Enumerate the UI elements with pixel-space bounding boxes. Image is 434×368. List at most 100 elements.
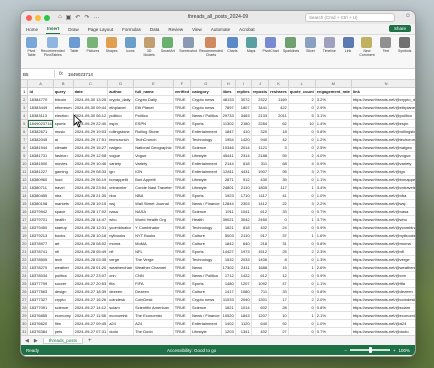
cell[interactable]: Science <box>190 207 222 216</box>
cell[interactable]: startup <box>53 223 74 232</box>
cell[interactable]: 29733 <box>221 111 236 120</box>
cell[interactable]: TRUE <box>173 199 192 208</box>
cell[interactable]: 0 <box>288 271 316 280</box>
header-cell[interactable]: reshares <box>268 87 289 96</box>
cell[interactable]: 1417 <box>221 287 236 296</box>
zoom-in-icon[interactable]: + <box>393 348 396 353</box>
cell[interactable]: https://www.threads.net/@politico <box>351 111 415 120</box>
status-accessibility[interactable]: Accessibility: Good to go <box>167 348 216 353</box>
cell[interactable]: 1621 <box>221 303 236 312</box>
cell[interactable]: 1120 <box>235 319 252 328</box>
cell[interactable]: ethplanet <box>107 103 135 112</box>
cell[interactable]: 18381944 <box>27 143 54 152</box>
charts-button[interactable]: Charts <box>225 37 240 66</box>
cell[interactable]: 2411 <box>235 263 252 272</box>
cell[interactable]: TRUE <box>173 303 192 312</box>
cell[interactable]: science <box>53 303 74 312</box>
home-icon[interactable]: ⌂ <box>58 14 62 21</box>
cell[interactable]: 2024-09-27 14:12 <box>73 303 109 312</box>
cell[interactable]: 1512 <box>251 247 270 256</box>
cell[interactable]: 2024-09-27 11:58 <box>73 311 109 320</box>
cell[interactable]: books <box>53 231 74 240</box>
cell[interactable]: https://www.threads.net/@espn <box>351 119 415 128</box>
cell[interactable]: 2024-09-29 19:03 <box>73 127 109 136</box>
row-number[interactable]: 22 <box>21 255 29 264</box>
prev-sheet-icon[interactable]: ◀ <box>25 338 29 344</box>
sparklines-button[interactable]: Sparklines <box>283 37 299 66</box>
cell[interactable]: 2033 <box>235 255 252 264</box>
cell[interactable]: CoinDesk <box>133 295 174 304</box>
header-cell[interactable]: category <box>190 87 222 96</box>
cell[interactable]: 1843 <box>235 311 252 320</box>
cell[interactable]: https://www.threads.net/@sciam <box>351 303 415 312</box>
cell[interactable]: World Health Org <box>133 215 174 224</box>
maps-button[interactable]: Maps <box>244 37 259 66</box>
cell[interactable]: 1688 <box>251 263 270 272</box>
cell[interactable]: a24 <box>107 319 135 328</box>
cell[interactable]: Science <box>190 303 222 312</box>
cell[interactable]: TRUE <box>173 111 192 120</box>
cell[interactable]: movies <box>53 159 74 168</box>
cell[interactable]: https://www.threads.net/@coindesk <box>351 295 415 304</box>
column-header[interactable]: K <box>268 80 289 88</box>
cell[interactable]: 12 <box>268 271 289 280</box>
cell[interactable]: 2188 <box>251 151 270 160</box>
cell[interactable]: 2110 <box>235 231 252 240</box>
cell[interactable]: 33 <box>268 287 289 296</box>
cell[interactable]: 640 <box>251 319 270 328</box>
cell[interactable]: 0 <box>288 223 316 232</box>
cell[interactable]: 2.7% <box>315 167 352 176</box>
fx-icon[interactable]: fx <box>59 71 63 77</box>
cell[interactable]: 1805 <box>251 183 270 192</box>
cell[interactable]: 430 <box>251 175 270 184</box>
header-cell[interactable]: quote_count <box>288 87 316 96</box>
shapes-button[interactable]: Shapes <box>104 37 119 66</box>
cell[interactable]: 0 <box>288 191 316 200</box>
row-number[interactable]: 15 <box>21 199 29 208</box>
cell[interactable]: 18380198 <box>27 199 54 208</box>
column-header[interactable]: C <box>73 80 109 88</box>
cell[interactable]: 0 <box>288 207 316 216</box>
cell[interactable]: 15 <box>268 263 289 272</box>
row-number[interactable]: 13 <box>21 183 29 192</box>
cell[interactable]: Crypto Daily <box>133 95 174 104</box>
cell[interactable]: 0 <box>288 175 316 184</box>
cell[interactable]: Entertainment <box>190 319 222 328</box>
cell[interactable]: 18382045 <box>27 135 54 144</box>
cell[interactable]: 2 <box>288 247 316 256</box>
cell[interactable]: MoMA <box>133 239 174 248</box>
cell[interactable]: 1954 <box>221 135 236 144</box>
cell[interactable]: 18378977 <box>27 239 54 248</box>
cell[interactable]: TRUE <box>173 191 192 200</box>
cell[interactable]: https://www.threads.net/@cnn <box>351 271 415 280</box>
column-header[interactable]: G <box>190 80 222 88</box>
cell[interactable]: 2024-09-28 08:02 <box>73 239 109 248</box>
cell[interactable]: https://www.threads.net/@economis <box>351 311 415 320</box>
cell[interactable]: 917 <box>251 231 270 240</box>
cell[interactable]: ign <box>107 167 135 176</box>
cell[interactable]: 7897 <box>221 103 236 112</box>
close-window-button[interactable] <box>26 14 32 21</box>
cell[interactable]: 3441 <box>251 103 270 112</box>
cell[interactable]: 0 <box>288 127 316 136</box>
cell[interactable]: https://www.threads.net/@nba <box>351 191 415 200</box>
header-cell[interactable]: engagement_rate <box>315 87 352 96</box>
cell[interactable]: 2314 <box>235 151 252 160</box>
column-header[interactable]: L <box>288 80 316 88</box>
zoom-slider[interactable] <box>349 347 390 353</box>
cell[interactable]: TRUE <box>173 167 192 176</box>
cell[interactable]: 0 <box>288 135 316 144</box>
cell[interactable]: fashion <box>53 151 74 160</box>
cell[interactable]: Scientific American <box>133 303 174 312</box>
cell[interactable]: 17 <box>268 295 289 304</box>
cell[interactable]: 218 <box>251 239 270 248</box>
cell[interactable]: election <box>53 111 74 120</box>
cell[interactable]: sciam <box>107 303 135 312</box>
cell[interactable]: 2011 <box>268 111 289 120</box>
cell[interactable]: 1621 <box>221 223 236 232</box>
cell[interactable]: https://www.threads.net/@weatherc <box>351 263 415 272</box>
cell[interactable]: 18377799 <box>27 279 54 288</box>
cell[interactable]: TRUE <box>173 247 192 256</box>
cell[interactable]: https://www.threads.net/@nytbooks <box>351 231 415 240</box>
recommended-pivot-button[interactable]: Recommended PivotTables <box>41 37 65 66</box>
